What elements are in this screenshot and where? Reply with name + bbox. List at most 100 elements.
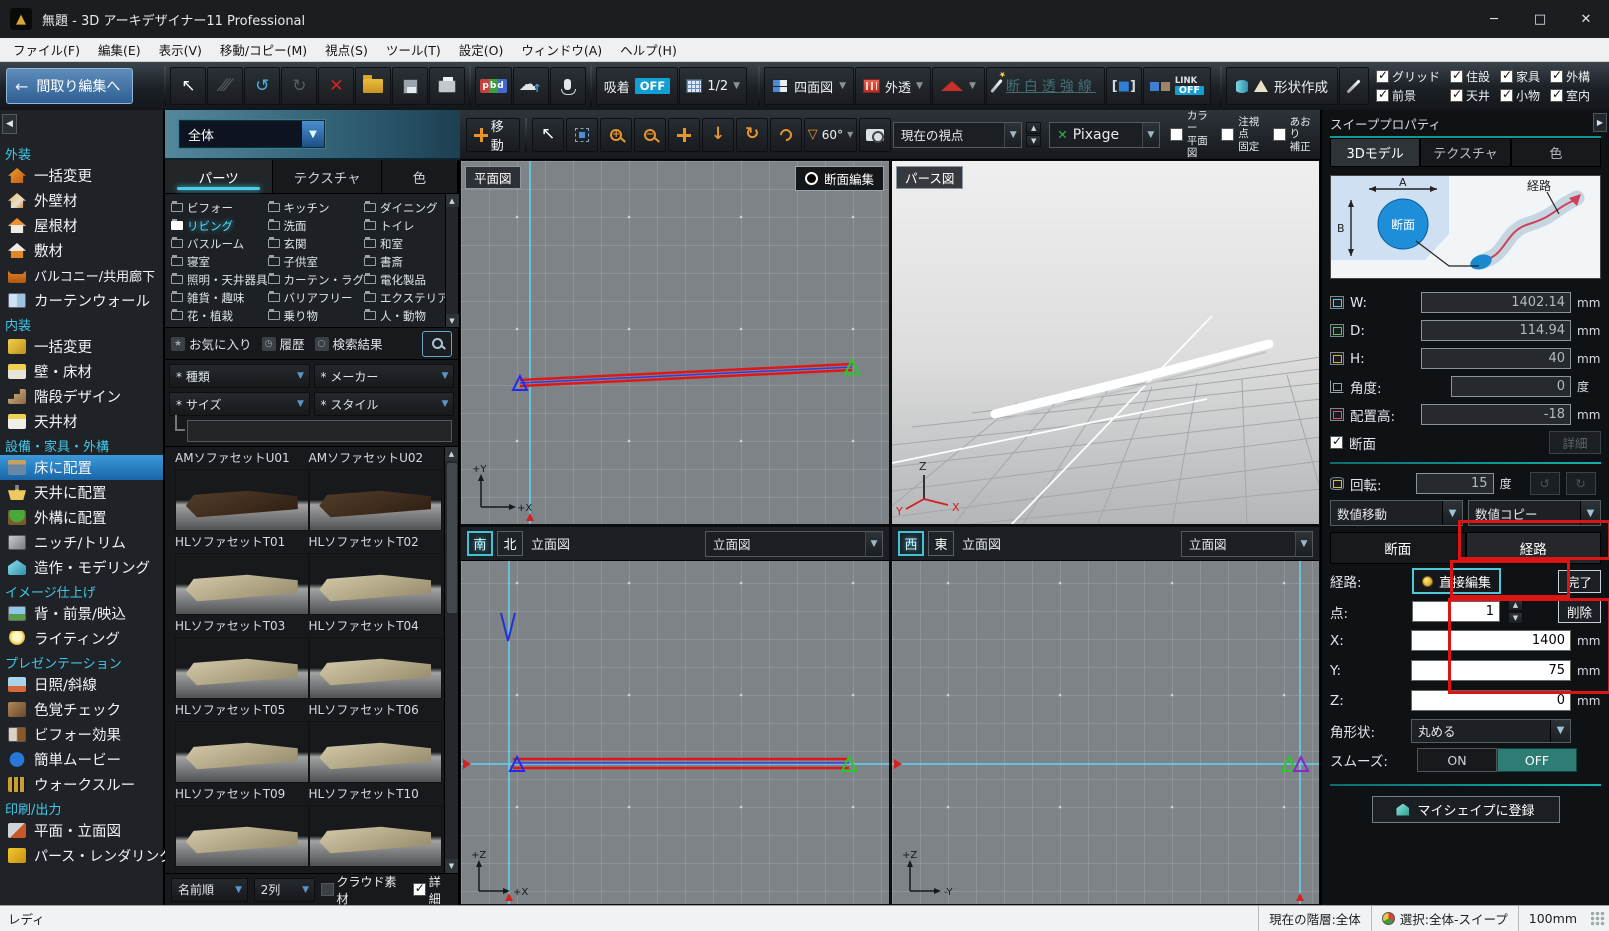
sidebar-item-roof-material[interactable]: 屋根材	[0, 213, 163, 238]
sidebar-collapse-button[interactable]: ◀	[2, 114, 17, 134]
sidebar-item-sunlight[interactable]: 日照/斜線	[0, 672, 163, 697]
sidebar-item-balcony[interactable]: バルコニー/共用廊下	[0, 263, 163, 288]
size-filter-select[interactable]: * サイズ▼	[169, 392, 310, 416]
sidebar-item-ceiling-material[interactable]: 天井材	[0, 409, 163, 434]
sidebar-item-place-exterior[interactable]: 外構に配置	[0, 505, 163, 530]
menu-view[interactable]: 表示(V)	[150, 38, 211, 62]
category-lighting[interactable]: 照明・天井器具	[171, 271, 268, 288]
sidebar-item-curtain-wall[interactable]: カーテンウォール	[0, 288, 163, 313]
maker-filter-select[interactable]: * メーカー▼	[314, 364, 455, 388]
smooth-on-button[interactable]: ON	[1417, 748, 1497, 772]
category-exterior-parts[interactable]: エクステリア	[364, 289, 449, 306]
category-barrier-free[interactable]: バリアフリー	[268, 289, 365, 306]
view-angle-select[interactable]: ▽ 60° ▼	[804, 118, 857, 152]
line-style-tools[interactable]: 断白透強線	[986, 67, 1105, 105]
category-appliances[interactable]: 電化製品	[364, 271, 449, 288]
sidebar-item-lighting[interactable]: ライティング	[0, 626, 163, 651]
search-button[interactable]	[422, 331, 452, 357]
pan-button[interactable]	[668, 118, 700, 152]
tab-parts[interactable]: パーツ	[165, 160, 273, 193]
shape-create-button[interactable]: 形状作成	[1226, 67, 1338, 105]
keyword-input[interactable]	[187, 420, 452, 442]
checkbox-tilt-correct[interactable]: あおり補正	[1273, 116, 1314, 152]
menu-viewpoint[interactable]: 視点(S)	[316, 38, 377, 62]
sidebar-item-background[interactable]: 背・前景/映込	[0, 601, 163, 626]
menu-tools[interactable]: ツール(T)	[377, 38, 450, 62]
dimension-tool-button[interactable]: ⁄⁄⁄	[207, 67, 243, 105]
part-item-hlsofa-t05[interactable]: HLソファセットT05	[175, 701, 309, 785]
angle-input[interactable]: 0	[1451, 376, 1571, 397]
detail-checkbox[interactable]: 詳細	[413, 873, 452, 907]
rotate-view-button[interactable]: ↻	[736, 118, 768, 152]
checkbox-furniture[interactable]: 家具	[1500, 68, 1540, 85]
numeric-move-select[interactable]: 数値移動▼	[1330, 500, 1463, 526]
minimize-button[interactable]: ─	[1471, 0, 1517, 38]
rotate-cw-button[interactable]: ↻	[1566, 472, 1596, 495]
corner-shape-select[interactable]: 丸める▼	[1411, 719, 1571, 743]
tab-3d-model[interactable]: 3Dモデル	[1330, 138, 1420, 167]
grid-scale-select[interactable]: 1/2 ▼	[679, 67, 747, 105]
part-item-hlsofa-t06[interactable]: HLソファセットT06	[309, 701, 443, 785]
pbd-export-button[interactable]: pbd	[475, 67, 511, 105]
voice-input-button[interactable]	[550, 67, 586, 105]
maximize-button[interactable]: □	[1517, 0, 1563, 38]
category-curtain-rug[interactable]: カーテン・ラグ	[268, 271, 365, 288]
viewpoint-stepper[interactable]: ▲▼	[1026, 122, 1041, 147]
elevation-we-viewport[interactable]: 西 東 立面図 立面図▼ +Z -Y	[891, 526, 1320, 905]
checkbox-lock-target[interactable]: 注視点固定	[1221, 116, 1262, 152]
width-input[interactable]: 1402.14	[1421, 292, 1571, 313]
sidebar-item-before-effect[interactable]: ビフォー効果	[0, 722, 163, 747]
menu-file[interactable]: ファイル(F)	[4, 38, 89, 62]
sidebar-item-wall-material[interactable]: 外壁材	[0, 188, 163, 213]
perspective-viewport[interactable]: パース図 Z Y X	[891, 160, 1320, 525]
sidebar-item-ground-material[interactable]: 敷材	[0, 238, 163, 263]
category-before[interactable]: ビフォー	[171, 199, 268, 216]
category-dining[interactable]: ダイニング	[364, 199, 449, 216]
four-view-select[interactable]: 四面図 ▼	[764, 67, 854, 105]
checkbox-exterior[interactable]: 外構	[1550, 68, 1590, 85]
cloud-material-checkbox[interactable]: クラウド素材	[321, 873, 407, 907]
category-scrollbar[interactable]: ▲▼	[445, 194, 458, 327]
category-plants[interactable]: 花・植栽	[171, 307, 268, 324]
z-input[interactable]: 0	[1411, 690, 1571, 711]
subtab-section[interactable]: 断面	[1330, 532, 1466, 564]
columns-select[interactable]: 2列▼	[254, 878, 315, 902]
menu-help[interactable]: ヘルプ(H)	[611, 38, 686, 62]
open-file-button[interactable]	[355, 67, 391, 105]
section-edit-button[interactable]: 断面編集	[795, 166, 884, 191]
save-file-button[interactable]	[392, 67, 428, 105]
sidebar-item-color-check[interactable]: 色覚チェック	[0, 697, 163, 722]
redo-button[interactable]: ↻	[281, 67, 317, 105]
delete-button[interactable]: ✕	[318, 67, 354, 105]
category-goods[interactable]: 雑貨・趣味	[171, 289, 268, 306]
history-link[interactable]: 履歴	[280, 334, 305, 353]
part-item-amsofa-u01[interactable]: AMソファセットU01	[175, 449, 309, 533]
close-button[interactable]: ✕	[1563, 0, 1609, 38]
viewpoint-select[interactable]: 現在の視点 ▼	[893, 122, 1022, 148]
category-vehicles[interactable]: 乗り物	[268, 307, 365, 324]
checkbox-fixtures[interactable]: 住設	[1450, 68, 1490, 85]
height-input[interactable]: 40	[1421, 348, 1571, 369]
tab-color[interactable]: 色	[382, 160, 458, 193]
elevation-we-select[interactable]: 立面図▼	[1181, 531, 1313, 557]
point-input[interactable]: 1	[1412, 601, 1500, 622]
category-living[interactable]: リビング	[171, 217, 268, 234]
tilt-view-button[interactable]	[770, 118, 802, 152]
pointer-tool-button[interactable]: ↖	[532, 118, 564, 152]
category-toilet[interactable]: トイレ	[364, 217, 449, 234]
checkbox-interior[interactable]: 室内	[1550, 87, 1590, 104]
category-people-animals[interactable]: 人・動物	[364, 307, 449, 324]
checkbox-ceiling[interactable]: 天井	[1450, 87, 1490, 104]
part-item-hlsofa-t09[interactable]: HLソファセットT09	[175, 785, 309, 869]
panel-collapse-button[interactable]: ▶	[1593, 113, 1607, 132]
rotate-input[interactable]: 15	[1416, 473, 1494, 494]
sidebar-item-render-output[interactable]: パース・レンダリング	[0, 843, 163, 868]
sidebar-item-stairs[interactable]: 階段デザイン	[0, 384, 163, 409]
elevation-sn-canvas[interactable]: +Z +X	[461, 561, 890, 905]
select-tool-button[interactable]: ↖	[170, 67, 206, 105]
category-japanese-room[interactable]: 和室	[364, 235, 449, 252]
category-bedroom[interactable]: 寝室	[171, 253, 268, 270]
subtab-path[interactable]: 経路	[1466, 532, 1602, 564]
renderer-select[interactable]: ✕ Pixage ▼	[1049, 122, 1160, 148]
cloud-upload-button[interactable]: ☁↑	[513, 67, 549, 105]
